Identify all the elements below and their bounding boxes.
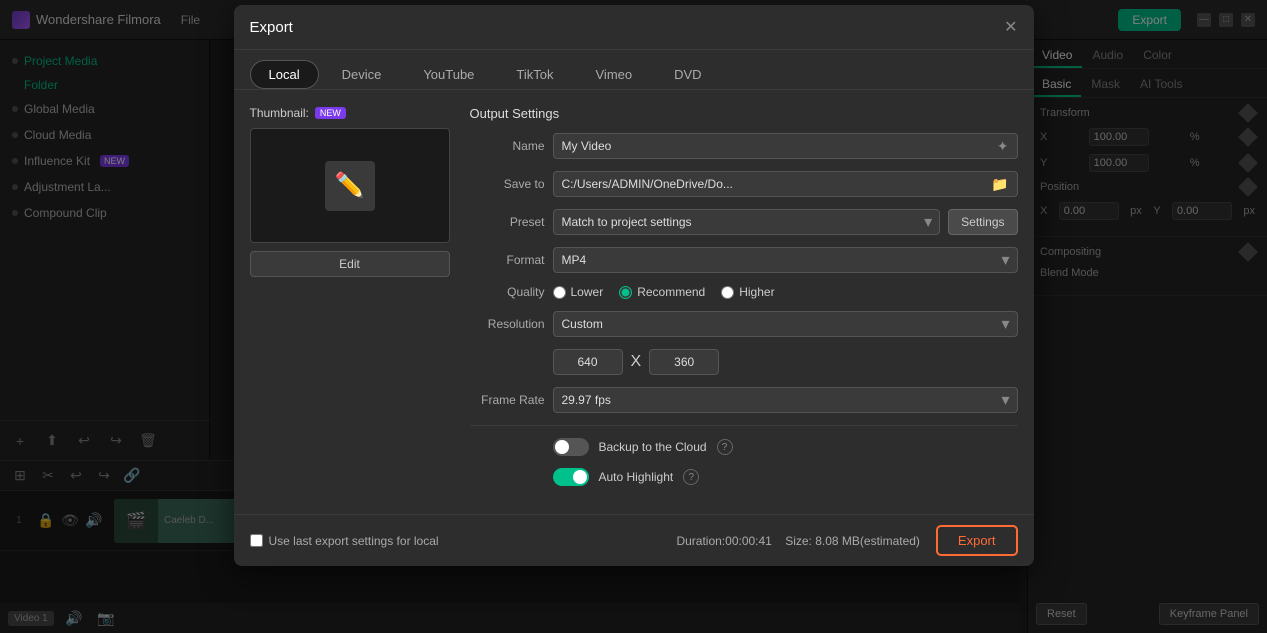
modal-overlay: Export ✕ Local Device YouTube TikTok Vim… [0, 0, 1267, 633]
quality-recommend[interactable]: Recommend [619, 285, 705, 299]
name-input-wrapper: ✦ [553, 133, 1018, 159]
backup-cloud-label: Backup to the Cloud [599, 440, 707, 454]
format-select[interactable]: MP4 [553, 247, 1018, 273]
quality-label: Quality [470, 285, 545, 299]
quality-higher[interactable]: Higher [721, 285, 774, 299]
modal-close-button[interactable]: ✕ [1004, 17, 1017, 37]
last-export-label: Use last export settings for local [269, 534, 439, 548]
edit-thumbnail-button[interactable]: Edit [250, 251, 450, 277]
thumbnail-text: Thumbnail: [250, 106, 309, 120]
modal-tab-local[interactable]: Local [250, 60, 319, 89]
folder-icon[interactable]: 📁 [991, 176, 1008, 193]
quality-row: Quality Lower Recommend Higher [470, 285, 1018, 299]
save-to-input[interactable] [562, 172, 992, 196]
frame-rate-row: Frame Rate 29.97 fps [470, 387, 1018, 413]
frame-rate-select-wrapper: 29.97 fps [553, 387, 1018, 413]
quality-recommend-radio[interactable] [619, 286, 632, 299]
modal-tabs: Local Device YouTube TikTok Vimeo DVD [234, 50, 1034, 90]
quality-lower-radio[interactable] [553, 286, 566, 299]
resolution-select-wrapper: Custom [553, 311, 1018, 337]
output-settings-title: Output Settings [470, 106, 1018, 121]
modal-body: Thumbnail: NEW ✏️ Edit Output Settings N… [234, 90, 1034, 514]
modal-tab-vimeo[interactable]: Vimeo [577, 60, 652, 89]
quality-recommend-label: Recommend [637, 285, 705, 299]
resolution-row: Resolution Custom [470, 311, 1018, 337]
resolution-width-input[interactable] [553, 349, 623, 375]
last-export-settings-checkbox[interactable]: Use last export settings for local [250, 534, 439, 548]
resolution-label: Resolution [470, 317, 545, 331]
quality-lower-label: Lower [571, 285, 604, 299]
resolution-custom-row: X [470, 349, 1018, 375]
modal-footer: Use last export settings for local Durat… [234, 514, 1034, 566]
format-row: Format MP4 [470, 247, 1018, 273]
modal-tab-tiktok[interactable]: TikTok [497, 60, 572, 89]
export-modal-button[interactable]: Export [936, 525, 1018, 556]
modal-tab-youtube[interactable]: YouTube [404, 60, 493, 89]
name-row: Name ✦ [470, 133, 1018, 159]
resolution-inputs: X [553, 349, 720, 375]
export-modal: Export ✕ Local Device YouTube TikTok Vim… [234, 5, 1034, 566]
modal-tab-dvd[interactable]: DVD [655, 60, 720, 89]
quality-higher-radio[interactable] [721, 286, 734, 299]
duration-text: Duration:00:00:41 [676, 534, 771, 548]
quality-radio-group: Lower Recommend Higher [553, 285, 775, 299]
save-to-label: Save to [470, 177, 545, 191]
quality-higher-label: Higher [739, 285, 774, 299]
thumbnail-new-badge: NEW [315, 107, 346, 119]
name-label: Name [470, 139, 545, 153]
frame-rate-label: Frame Rate [470, 393, 545, 407]
resolution-height-input[interactable] [649, 349, 719, 375]
preset-row: Preset Match to project settings Setting… [470, 209, 1018, 235]
resolution-x-label: X [631, 353, 642, 371]
size-text: Size: 8.08 MB(estimated) [785, 534, 920, 548]
output-settings: Output Settings Name ✦ Save to 📁 [470, 106, 1018, 498]
auto-highlight-label: Auto Highlight [599, 470, 674, 484]
thumbnail-preview: ✏️ [250, 128, 450, 243]
footer-info: Duration:00:00:41 Size: 8.08 MB(estimate… [676, 534, 919, 548]
backup-help-icon[interactable]: ? [717, 439, 733, 455]
format-label: Format [470, 253, 545, 267]
thumbnail-section: Thumbnail: NEW ✏️ Edit [250, 106, 450, 498]
save-to-row: Save to 📁 [470, 171, 1018, 197]
ai-icon[interactable]: ✦ [997, 138, 1009, 155]
last-export-checkbox-input[interactable] [250, 534, 263, 547]
backup-cloud-row: Backup to the Cloud ? [470, 438, 1018, 456]
backup-cloud-toggle[interactable] [553, 438, 589, 456]
modal-title: Export [250, 19, 293, 36]
resolution-select[interactable]: Custom [553, 311, 1018, 337]
auto-highlight-row: Auto Highlight ? [470, 468, 1018, 486]
auto-highlight-help-icon[interactable]: ? [683, 469, 699, 485]
modal-header: Export ✕ [234, 5, 1034, 50]
divider [470, 425, 1018, 426]
quality-lower[interactable]: Lower [553, 285, 604, 299]
name-input[interactable] [562, 134, 997, 158]
preset-select[interactable]: Match to project settings [553, 209, 941, 235]
preset-label: Preset [470, 215, 545, 229]
frame-rate-select[interactable]: 29.97 fps [553, 387, 1018, 413]
modal-tab-device[interactable]: Device [323, 60, 401, 89]
auto-highlight-toggle[interactable] [553, 468, 589, 486]
preset-select-wrapper: Match to project settings [553, 209, 941, 235]
save-to-input-wrapper: 📁 [553, 171, 1018, 197]
thumbnail-label: Thumbnail: NEW [250, 106, 450, 120]
format-select-wrapper: MP4 [553, 247, 1018, 273]
settings-button[interactable]: Settings [948, 209, 1017, 235]
thumbnail-icon: ✏️ [325, 161, 375, 211]
